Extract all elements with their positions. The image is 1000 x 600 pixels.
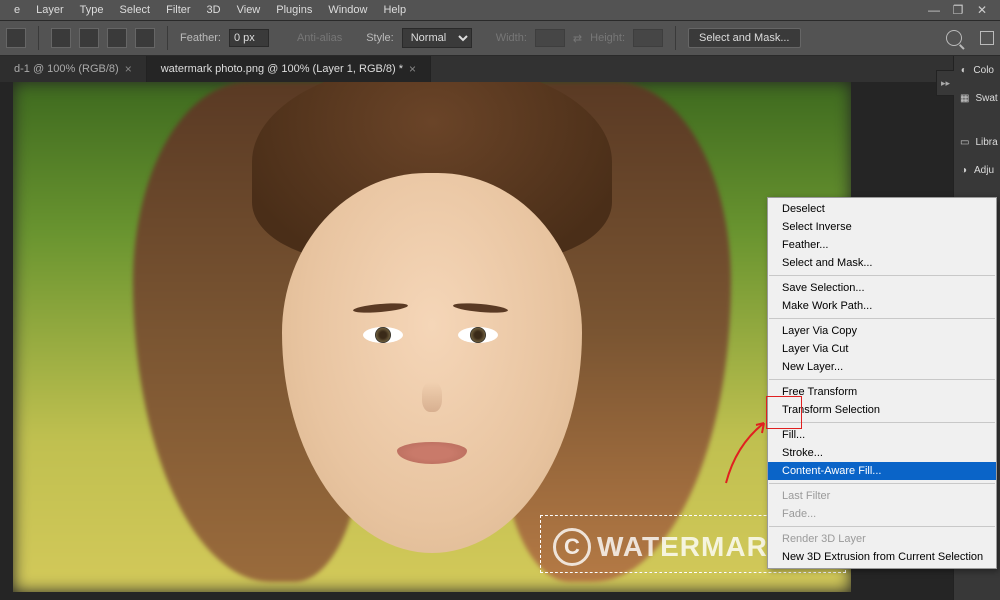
context-menu-item[interactable]: Layer Via Copy (768, 322, 996, 340)
tab-label: d-1 @ 100% (RGB/8) (14, 63, 119, 75)
context-menu-separator (769, 526, 995, 527)
select-and-mask-button[interactable]: Select and Mask... (688, 28, 801, 48)
panel-label: Swat (975, 93, 997, 104)
feather-label: Feather: (180, 32, 221, 44)
context-menu-separator (769, 275, 995, 276)
canvas[interactable]: C WATERMARK (13, 82, 851, 592)
tab-document-1[interactable]: d-1 @ 100% (RGB/8) × (0, 56, 147, 82)
style-select[interactable]: Normal (402, 28, 472, 48)
panel-color[interactable]: ◐ Colo (954, 56, 1000, 84)
restore-button[interactable]: ❐ (946, 1, 970, 19)
menu-select[interactable]: Select (112, 4, 159, 16)
close-button[interactable]: ✕ (970, 1, 994, 19)
context-menu-item[interactable]: Select and Mask... (768, 254, 996, 272)
context-menu-item[interactable]: New Layer... (768, 358, 996, 376)
panel-swatches[interactable]: ▦ Swat (954, 84, 1000, 112)
context-menu-separator (769, 318, 995, 319)
context-menu-item[interactable]: Stroke... (768, 444, 996, 462)
selection-add-icon[interactable] (79, 28, 99, 48)
selection-intersect-icon[interactable] (135, 28, 155, 48)
menu-edit[interactable]: e (6, 4, 28, 16)
context-menu-item: Fade... (768, 505, 996, 523)
antialias-checkbox: Anti-alias (297, 32, 342, 44)
context-menu-item: Last Filter (768, 487, 996, 505)
minimize-button[interactable]: — (922, 1, 946, 19)
selection-subtract-icon[interactable] (107, 28, 127, 48)
context-menu-separator (769, 483, 995, 484)
width-input (535, 29, 565, 47)
panel-collapse-icon[interactable]: ▸▸ (936, 70, 954, 96)
divider (167, 26, 168, 50)
search-icon[interactable] (946, 30, 962, 46)
context-menu-item[interactable]: Save Selection... (768, 279, 996, 297)
menubar: e Layer Type Select Filter 3D View Plugi… (0, 0, 1000, 20)
menu-layer[interactable]: Layer (28, 4, 72, 16)
tab-close-icon[interactable]: × (125, 62, 132, 76)
height-input (633, 29, 663, 47)
menu-view[interactable]: View (229, 4, 269, 16)
menu-type[interactable]: Type (72, 4, 112, 16)
style-label: Style: (366, 32, 394, 44)
divider (38, 26, 39, 50)
menu-filter[interactable]: Filter (158, 4, 198, 16)
context-menu-separator (769, 422, 995, 423)
width-label: Width: (496, 32, 527, 44)
menu-3d[interactable]: 3D (199, 4, 229, 16)
menu-help[interactable]: Help (375, 4, 414, 16)
libraries-icon: ▭ (960, 134, 969, 150)
window-controls: — ❐ ✕ (922, 1, 994, 19)
feather-input[interactable] (229, 29, 269, 47)
swap-icon: ⇄ (573, 32, 582, 45)
tab-document-2[interactable]: watermark photo.png @ 100% (Layer 1, RGB… (147, 56, 431, 82)
document-tabs: d-1 @ 100% (RGB/8) × watermark photo.png… (0, 56, 1000, 82)
share-icon[interactable] (980, 31, 994, 45)
context-menu-item: Render 3D Layer (768, 530, 996, 548)
context-menu-item[interactable]: Feather... (768, 236, 996, 254)
context-menu-separator (769, 379, 995, 380)
options-bar: Feather: Anti-alias Style: Normal Width:… (0, 20, 1000, 56)
context-menu-item[interactable]: Transform Selection (768, 401, 996, 419)
context-menu-item[interactable]: Make Work Path... (768, 297, 996, 315)
context-menu-item[interactable]: Free Transform (768, 383, 996, 401)
adjustments-icon: ◑ (960, 162, 968, 178)
menu-plugins[interactable]: Plugins (268, 4, 320, 16)
panel-label: Colo (973, 65, 994, 76)
divider (675, 26, 676, 50)
context-menu-item[interactable]: Fill... (768, 426, 996, 444)
panel-label: Libra (975, 137, 997, 148)
height-label: Height: (590, 32, 625, 44)
panel-adjustments[interactable]: ◑ Adju (954, 156, 1000, 184)
selection-new-icon[interactable] (51, 28, 71, 48)
context-menu-item[interactable]: New 3D Extrusion from Current Selection (768, 548, 996, 566)
menu-window[interactable]: Window (320, 4, 375, 16)
marquee-tool-icon[interactable] (6, 28, 26, 48)
panel-label: Adju (974, 165, 994, 176)
swatches-icon: ▦ (960, 90, 969, 106)
context-menu: DeselectSelect InverseFeather...Select a… (767, 197, 997, 569)
panel-libraries[interactable]: ▭ Libra (954, 128, 1000, 156)
tab-label: watermark photo.png @ 100% (Layer 1, RGB… (161, 63, 403, 75)
color-icon: ◐ (960, 62, 967, 78)
context-menu-item[interactable]: Deselect (768, 200, 996, 218)
tab-close-icon[interactable]: × (409, 62, 416, 76)
context-menu-item[interactable]: Content-Aware Fill... (768, 462, 996, 480)
context-menu-item[interactable]: Select Inverse (768, 218, 996, 236)
context-menu-item[interactable]: Layer Via Cut (768, 340, 996, 358)
